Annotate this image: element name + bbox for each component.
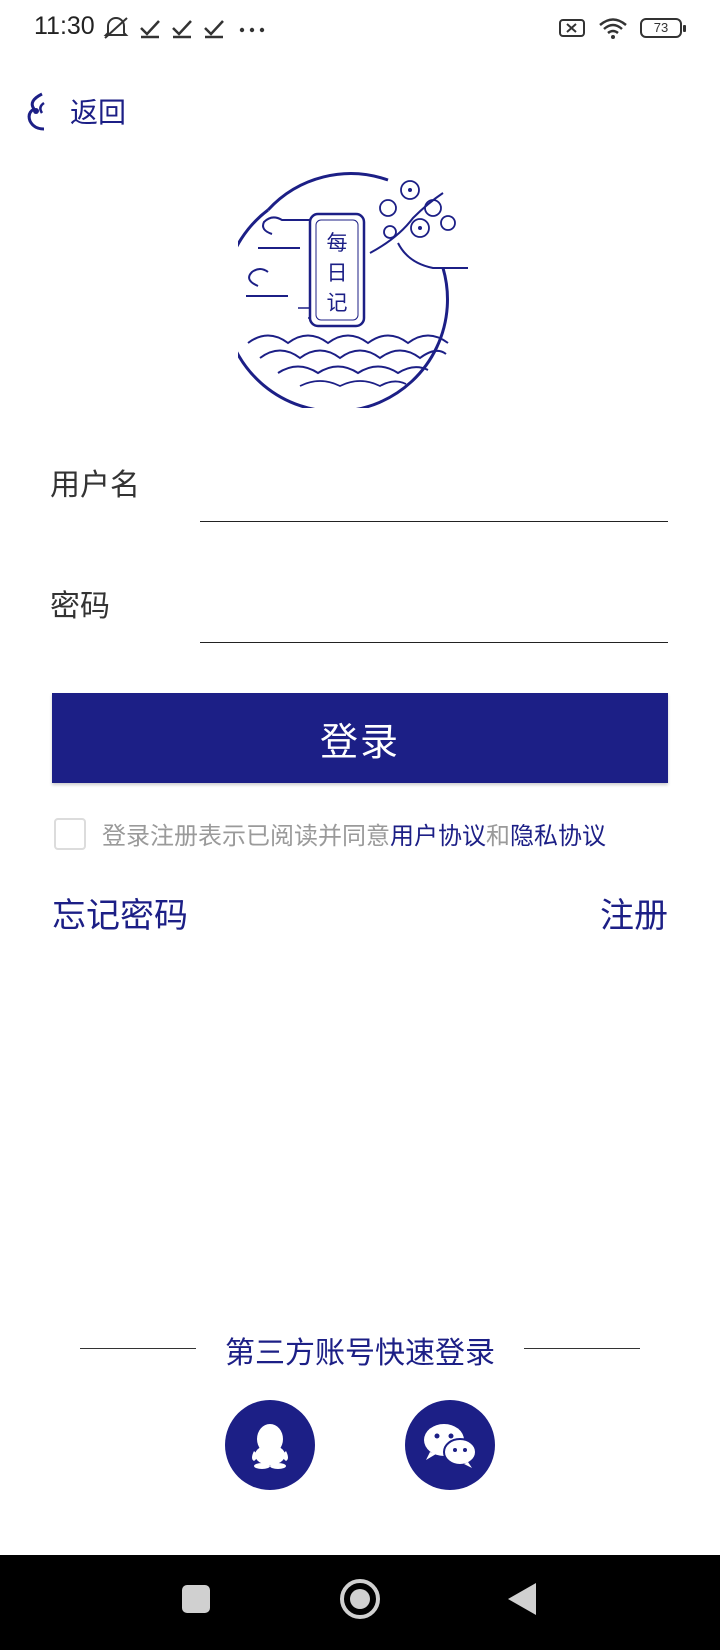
back-label: 返回 — [70, 96, 127, 129]
password-label: 密码 — [50, 589, 110, 624]
agreement-row: 登录注册表示已阅读并同意用户协议和隐私协议 — [54, 816, 606, 851]
user-agreement-link[interactable]: 用户协议 — [390, 822, 486, 850]
third-party-title: 第三方账号快速登录 — [225, 1336, 495, 1371]
more-dots-icon — [239, 27, 265, 33]
privacy-agreement-link[interactable]: 隐私协议 — [510, 822, 606, 850]
check-icon — [140, 20, 160, 39]
logo-char-3: 记 — [327, 291, 348, 315]
wifi-icon — [599, 18, 627, 39]
qq-login-button[interactable] — [225, 1400, 315, 1490]
recents-button[interactable] — [182, 1585, 210, 1613]
home-button[interactable] — [340, 1579, 380, 1619]
username-label: 用户名 — [50, 468, 140, 503]
status-time: 11:30 — [34, 12, 95, 40]
app-logo: 每 日 记 — [238, 172, 468, 408]
mute-vibrate-icon — [103, 17, 129, 39]
qq-icon — [252, 1424, 288, 1469]
status-bar: 11:30 73 — [0, 0, 720, 56]
wechat-login-button[interactable] — [405, 1400, 495, 1490]
back-button[interactable]: 返回 — [24, 88, 126, 134]
logo-char-2: 日 — [327, 261, 348, 285]
back-icon — [27, 92, 45, 131]
password-input[interactable] — [200, 602, 668, 643]
agreement-conjunction: 和 — [486, 822, 510, 850]
sim-disabled-icon — [559, 19, 585, 37]
nav-back-button[interactable] — [508, 1583, 536, 1615]
system-nav-bar — [0, 1555, 720, 1650]
agreement-prefix: 登录注册表示已阅读并同意 — [102, 822, 390, 850]
check-icon — [172, 20, 192, 39]
battery-icon: 73 — [640, 18, 686, 38]
third-party-section: 第三方账号快速登录 — [0, 1326, 720, 1371]
divider-right — [524, 1348, 640, 1349]
login-button[interactable]: 登录 — [52, 693, 668, 783]
username-input[interactable] — [200, 481, 668, 522]
check-icon — [204, 20, 224, 39]
logo-char-1: 每 — [327, 231, 348, 255]
register-link[interactable]: 注册 — [600, 888, 668, 937]
wechat-icon — [424, 1424, 477, 1468]
agreement-checkbox[interactable] — [54, 817, 86, 850]
forgot-password-link[interactable]: 忘记密码 — [52, 888, 188, 937]
